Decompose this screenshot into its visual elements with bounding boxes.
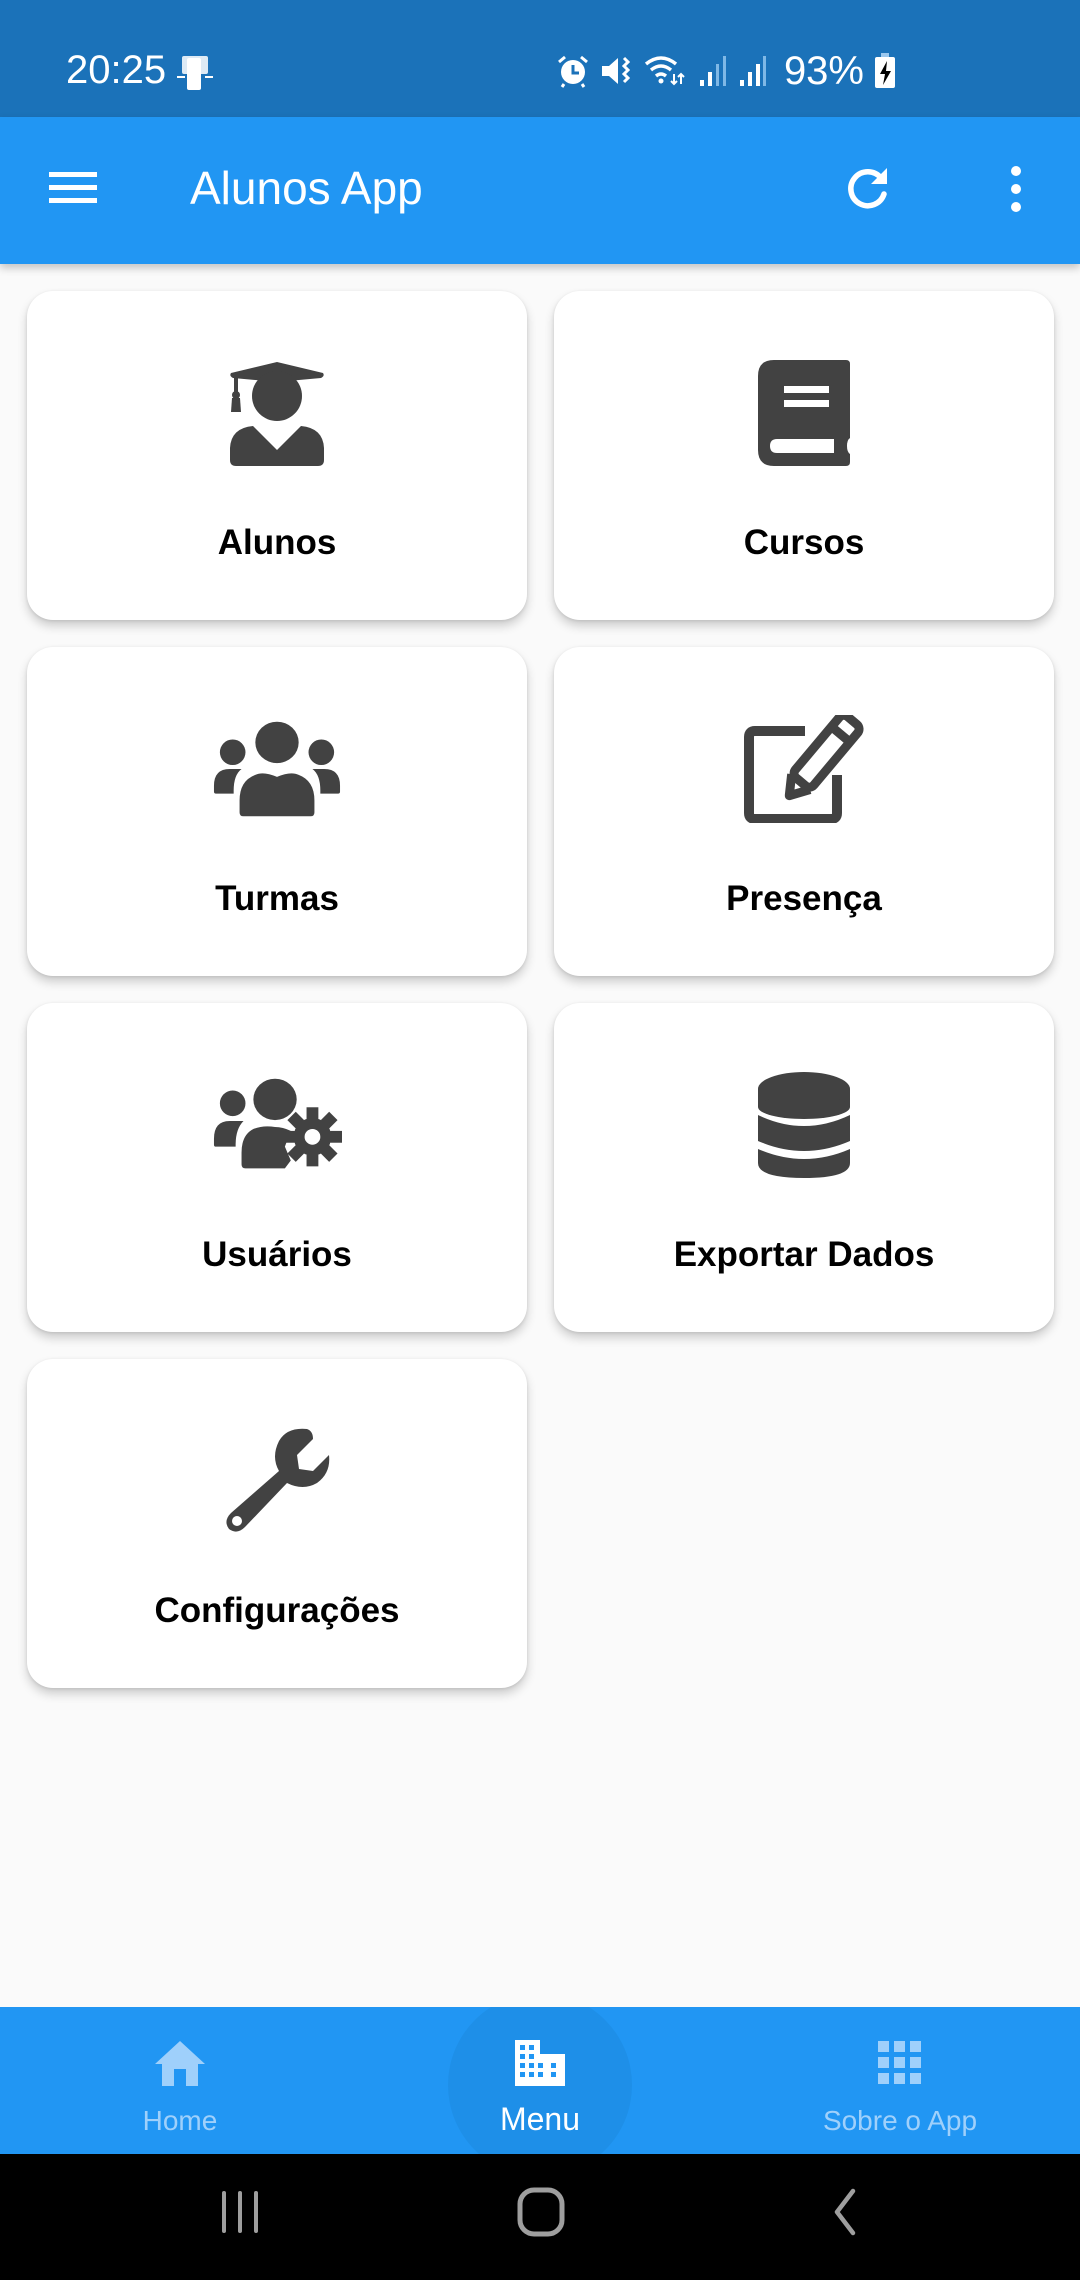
app-title: Alunos App (190, 162, 423, 214)
menu-grid: Alunos Cursos Turmas Presença Usuários E… (27, 291, 1054, 1688)
menu-button[interactable] (40, 162, 106, 218)
menu-card-label: Turmas (215, 879, 339, 918)
menu-card-label: Usuários (202, 1235, 352, 1274)
nav-item-home[interactable]: Home (30, 2007, 330, 2154)
refresh-icon (843, 164, 893, 219)
menu-card-cursos[interactable]: Cursos (554, 291, 1054, 620)
menu-card-label: Cursos (743, 523, 865, 562)
wifi-icon (644, 54, 688, 88)
menu-card-presenca[interactable]: Presença (554, 647, 1054, 976)
menu-card-turmas[interactable]: Turmas (27, 647, 527, 976)
back-button[interactable] (804, 2184, 884, 2244)
vibrate-mute-icon (600, 54, 634, 88)
wrench-icon (212, 1425, 342, 1537)
apps-grid-icon (870, 2033, 930, 2093)
edit-icon (739, 713, 869, 825)
recents-button[interactable] (200, 2184, 280, 2244)
home-icon (150, 2033, 210, 2093)
menu-card-label: Alunos (217, 523, 337, 562)
more-vert-icon (1009, 165, 1023, 218)
nav-label: Menu (499, 2101, 581, 2137)
nav-item-sobre-o-app[interactable]: Sobre o App (750, 2007, 1050, 2154)
menu-card-label: Configurações (154, 1591, 400, 1630)
status-bar: 20:25 93% (0, 0, 1080, 117)
nav-label: Home (142, 2105, 218, 2136)
hamburger-menu-icon (48, 170, 98, 211)
recents-icon (218, 2189, 262, 2240)
book-icon (739, 357, 869, 469)
status-time: 20:25 (66, 48, 167, 92)
refresh-button[interactable] (834, 157, 902, 225)
signal-icon (698, 54, 728, 88)
nav-item-menu[interactable]: Menu (390, 2007, 690, 2154)
app-bar: Alunos App (0, 117, 1080, 264)
signal-icon (738, 54, 768, 88)
battery-charging-icon (874, 53, 896, 89)
menu-card-usuarios[interactable]: Usuários (27, 1003, 527, 1332)
menu-card-label: Presença (726, 879, 882, 918)
bottom-navigation: Home Menu Sobre o App (0, 2007, 1080, 2154)
more-options-button[interactable] (990, 157, 1042, 225)
menu-card-configuracoes[interactable]: Configurações (27, 1359, 527, 1688)
users-cog-icon (212, 1069, 342, 1181)
screen-mirror-icon (176, 54, 214, 92)
menu-card-alunos[interactable]: Alunos (27, 291, 527, 620)
database-icon (739, 1069, 869, 1181)
alarm-icon (556, 54, 590, 88)
user-graduate-icon (212, 357, 342, 469)
nav-label: Sobre o App (822, 2105, 978, 2136)
system-home-button[interactable] (501, 2184, 581, 2244)
users-group-icon (212, 713, 342, 825)
menu-card-label: Exportar Dados (673, 1235, 935, 1274)
status-icons: 93% (556, 48, 896, 94)
home-circle-icon (517, 2187, 565, 2242)
menu-card-exportar-dados[interactable]: Exportar Dados (554, 1003, 1054, 1332)
battery-percent: 93% (783, 48, 864, 93)
system-navigation-bar (0, 2154, 1080, 2280)
back-icon (829, 2188, 859, 2241)
building-icon (510, 2033, 570, 2093)
